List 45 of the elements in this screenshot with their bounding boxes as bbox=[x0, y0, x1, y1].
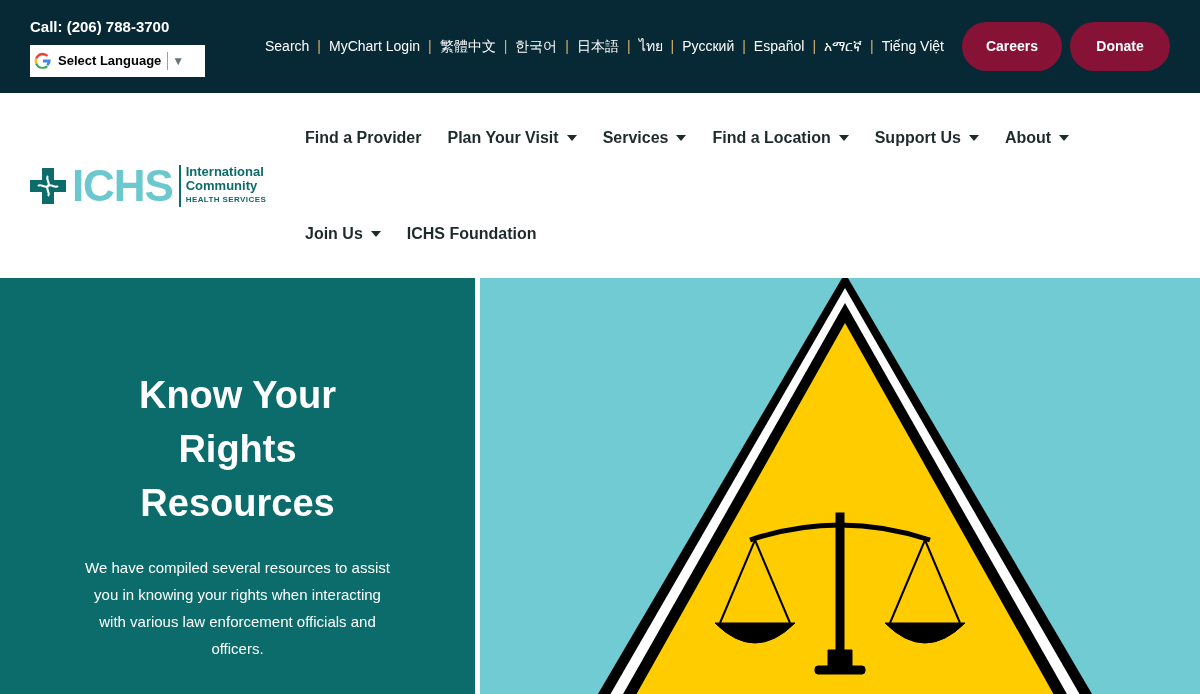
separator: | bbox=[870, 37, 874, 56]
top-link[interactable]: አማርኛ bbox=[824, 36, 863, 57]
top-link[interactable]: Search bbox=[265, 36, 310, 57]
hero-text: We have compiled several resources to assist you in knowing your rights when interacting with various law enforcement officials and officers. bbox=[84, 558, 391, 659]
separator: | bbox=[428, 37, 432, 56]
separator: | bbox=[626, 37, 631, 56]
nav-link[interactable]: Join Us bbox=[305, 221, 381, 246]
separator: | bbox=[812, 37, 817, 56]
caret-icon bbox=[968, 134, 979, 141]
phone-number: Call: (206) 788-3700 bbox=[30, 17, 171, 38]
nav-link[interactable]: Plan Your Visit bbox=[447, 125, 577, 150]
nav-link[interactable]: About bbox=[1004, 125, 1070, 150]
logo-text: HEALTH SERVICES bbox=[185, 193, 267, 206]
logo-text: Community bbox=[185, 178, 259, 193]
pill-button[interactable]: Careers bbox=[962, 22, 1062, 71]
caret-icon bbox=[1059, 134, 1070, 141]
google-icon bbox=[34, 51, 52, 70]
top-link[interactable]: Tiếng Việt bbox=[881, 36, 944, 57]
separator: | bbox=[317, 37, 321, 56]
nav-link[interactable]: ICHS Foundation bbox=[406, 221, 537, 246]
nav-link[interactable]: Support Us bbox=[874, 125, 979, 150]
top-link[interactable]: Español bbox=[753, 36, 805, 57]
separator: | bbox=[742, 37, 746, 56]
nav-link[interactable]: Find a Location bbox=[712, 125, 849, 150]
separator: | bbox=[503, 37, 508, 56]
top-link[interactable]: Русский bbox=[682, 36, 735, 57]
pill-button[interactable]: Donate bbox=[1070, 22, 1170, 71]
nav-link[interactable]: Find a Provider bbox=[305, 125, 422, 150]
caret-icon bbox=[676, 134, 687, 141]
top-link[interactable]: 한국어 bbox=[515, 36, 558, 57]
language-select[interactable]: Select Language ▼ bbox=[30, 44, 205, 77]
caret-icon bbox=[370, 230, 381, 237]
caret-icon bbox=[838, 134, 849, 141]
top-link[interactable]: MyChart Login bbox=[329, 36, 421, 57]
top-link[interactable]: ไทย bbox=[638, 36, 663, 57]
top-link[interactable]: 繁體中文 bbox=[439, 36, 496, 57]
hero-title: Know Your Rights Resources bbox=[137, 373, 337, 526]
separator: | bbox=[670, 37, 675, 56]
logo-text: International bbox=[185, 164, 265, 179]
caret-icon bbox=[566, 134, 577, 141]
nav-link[interactable]: Services bbox=[602, 125, 687, 150]
logo-mark: ICHS bbox=[72, 163, 173, 208]
separator: | bbox=[565, 37, 569, 56]
top-link[interactable]: 日本語 bbox=[576, 36, 619, 57]
cross-logo-icon bbox=[30, 167, 66, 204]
